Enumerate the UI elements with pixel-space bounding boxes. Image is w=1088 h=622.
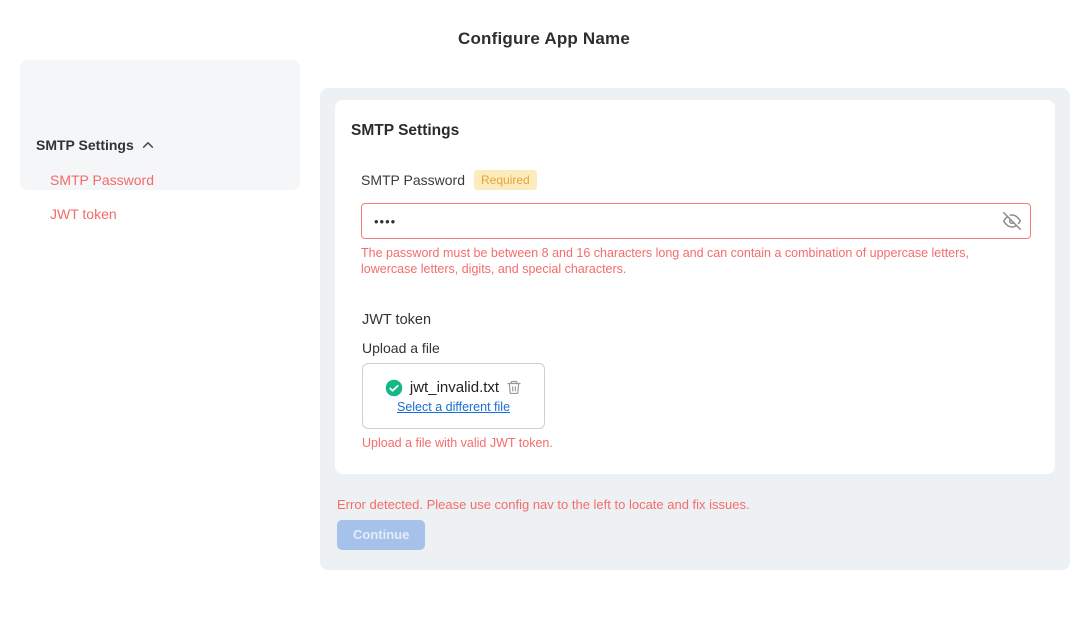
smtp-password-label: SMTP Password [361, 172, 465, 188]
select-different-file-link[interactable]: Select a different file [397, 400, 510, 414]
upload-file-label: Upload a file [362, 340, 440, 356]
continue-button[interactable]: Continue [337, 520, 425, 550]
smtp-settings-card: SMTP Settings SMTP Password Required The… [335, 100, 1055, 474]
settings-panel: SMTP Settings SMTP Password Required The… [320, 88, 1070, 570]
sidebar-section-smtp-settings[interactable]: SMTP Settings [36, 137, 155, 153]
page-title: Configure App Name [0, 29, 1088, 49]
check-circle-icon [385, 379, 403, 397]
sidebar-section-label: SMTP Settings [36, 137, 134, 153]
required-badge: Required [474, 170, 537, 190]
configure-app-page: Configure App Name SMTP Settings SMTP Pa… [0, 0, 1088, 622]
card-heading: SMTP Settings [351, 122, 459, 140]
eye-off-icon[interactable] [1003, 212, 1021, 230]
jwt-token-label: JWT token [362, 312, 431, 328]
trash-icon[interactable] [506, 379, 522, 396]
uploaded-file-row: jwt_invalid.txt [385, 379, 522, 397]
password-helper-text: The password must be between 8 and 16 ch… [361, 245, 1016, 277]
file-upload-box: jwt_invalid.txt Select a different file [362, 363, 545, 429]
smtp-password-field-wrap [361, 203, 1031, 239]
chevron-up-icon [141, 138, 155, 152]
panel-error-text: Error detected. Please use config nav to… [337, 497, 750, 512]
config-nav-sidebar: SMTP Settings SMTP Password JWT token [20, 60, 300, 190]
smtp-password-label-row: SMTP Password Required [361, 170, 537, 190]
uploaded-file-name: jwt_invalid.txt [410, 379, 499, 396]
smtp-password-input[interactable] [361, 203, 1031, 239]
jwt-error-text: Upload a file with valid JWT token. [362, 436, 553, 450]
sidebar-item-jwt-token[interactable]: JWT token [50, 206, 117, 222]
sidebar-item-smtp-password[interactable]: SMTP Password [50, 172, 154, 188]
